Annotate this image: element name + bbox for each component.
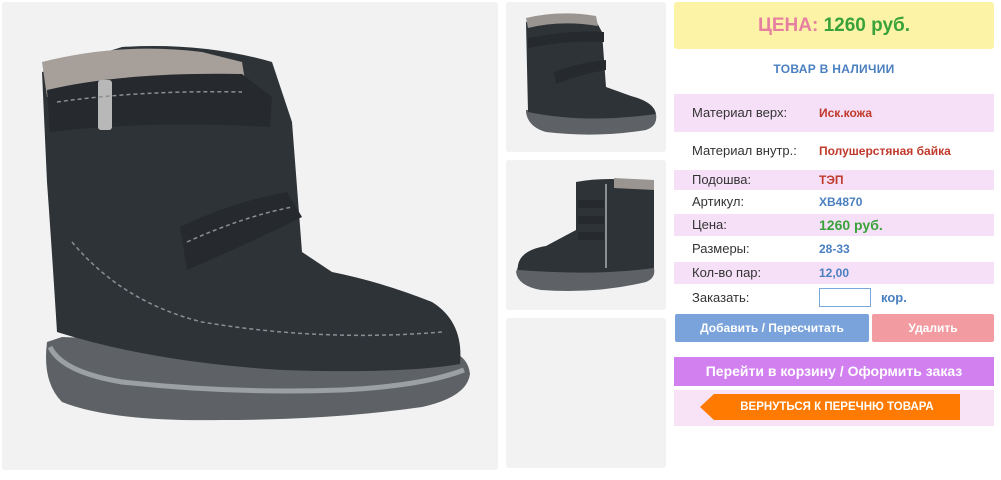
property-value: 1260 руб. — [819, 217, 883, 233]
property-label: Кол-во пар: — [692, 265, 762, 280]
property-label: Цена: — [692, 217, 727, 232]
thumbnail-empty[interactable] — [506, 318, 666, 468]
thumbnail-side[interactable] — [506, 160, 666, 310]
property-row-pairs: Кол-во пар: 12,00 — [674, 262, 994, 284]
property-label: Материал внутр.: — [692, 143, 797, 158]
property-row-order: Заказать: кор. — [674, 286, 994, 310]
price-header: ЦЕНА: 1260 руб. — [674, 2, 994, 49]
delete-button[interactable]: Удалить — [872, 314, 994, 342]
property-value: ТЭП — [819, 173, 844, 187]
property-label: Артикул: — [692, 194, 745, 209]
property-value: Полушерстяная байка — [819, 144, 951, 158]
property-row-price: Цена: 1260 руб. — [674, 214, 994, 236]
property-row-sizes: Размеры: 28-33 — [674, 238, 994, 260]
main-product-photo[interactable] — [2, 2, 498, 470]
property-value: 28-33 — [819, 242, 850, 256]
property-label: Материал верх: — [692, 105, 788, 120]
price-header-value: 1260 руб. — [823, 15, 911, 36]
property-row-material-inner: Материал внутр.: Полушерстяная байка — [674, 134, 994, 168]
property-row-article: Артикул: XB4870 — [674, 192, 994, 212]
property-value: 12,00 — [819, 266, 850, 280]
order-label: Заказать: — [692, 290, 750, 305]
add-recalculate-button[interactable]: Добавить / Пересчитать — [675, 314, 869, 342]
price-header-label: ЦЕНА: — [757, 15, 819, 36]
quantity-input[interactable] — [819, 288, 871, 307]
back-to-list-button[interactable]: ВЕРНУТЬСЯ К ПЕРЕЧНЮ ТОВАРА — [700, 394, 960, 420]
boot-front-thumbnail — [506, 2, 666, 152]
property-value: XB4870 — [819, 195, 863, 209]
property-label: Размеры: — [692, 241, 750, 256]
quantity-unit: кор. — [881, 290, 907, 305]
property-row-sole: Подошва: ТЭП — [674, 170, 994, 190]
property-row-material-top: Материал верх: Иск.кожа — [674, 94, 994, 132]
property-label: Подошва: — [692, 172, 752, 187]
boot-side-thumbnail — [506, 160, 666, 310]
back-bar: ВЕРНУТЬСЯ К ПЕРЕЧНЮ ТОВАРА — [674, 390, 994, 426]
go-to-cart-button[interactable]: Перейти в корзину / Оформить заказ — [674, 357, 994, 386]
boot-main-illustration — [2, 2, 498, 470]
product-info-panel: ЦЕНА: 1260 руб. ТОВАР В НАЛИЧИИ Материал… — [673, 0, 995, 480]
stock-status: ТОВАР В НАЛИЧИИ — [773, 62, 895, 76]
thumbnail-front[interactable] — [506, 2, 666, 152]
property-value: Иск.кожа — [819, 106, 872, 120]
